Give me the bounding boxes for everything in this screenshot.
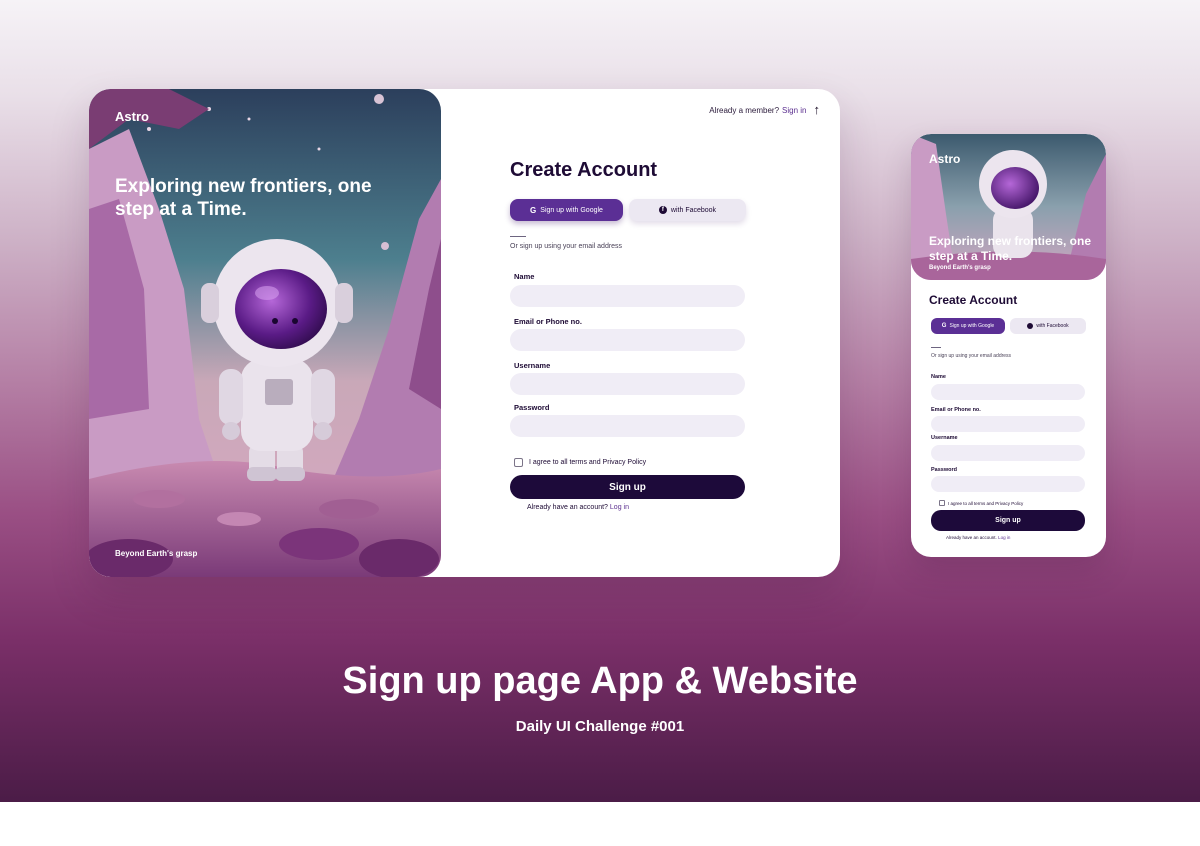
mobile-facebook-signup-button[interactable]: with Facebook xyxy=(1010,318,1086,334)
mobile-signup-card: Astro Exploring new frontiers, one step … xyxy=(911,134,1106,557)
google-icon: G xyxy=(530,205,537,215)
mobile-divider xyxy=(931,347,941,348)
log-in-link[interactable]: Log in xyxy=(610,504,629,511)
mobile-hero-tagline: Beyond Earth's grasp xyxy=(929,265,991,271)
name-input[interactable] xyxy=(510,285,745,307)
mobile-username-label: Username xyxy=(931,435,958,441)
google-button-label: Sign up with Google xyxy=(540,206,603,214)
signup-button[interactable]: Sign up xyxy=(510,475,745,499)
username-input[interactable] xyxy=(510,373,745,395)
email-label: Email or Phone no. xyxy=(514,317,582,326)
mobile-name-label: Name xyxy=(931,374,946,380)
desktop-signup-card: Astro Exploring new frontiers, one step … xyxy=(89,89,840,577)
terms-checkbox[interactable] xyxy=(514,458,523,467)
mobile-page-title: Create Account xyxy=(929,293,1018,307)
terms-agreement: I agree to all terms and Privacy Policy xyxy=(514,458,646,467)
mobile-google-signup-button[interactable]: G Sign up with Google xyxy=(931,318,1005,334)
mobile-log-in-link[interactable]: Log in xyxy=(998,535,1010,540)
presentation-title: Sign up page App & Website xyxy=(342,660,858,702)
mobile-signup-button[interactable]: Sign up xyxy=(931,510,1085,531)
signup-form-area: Already a member? Sign in ↑ Create Accou… xyxy=(441,89,840,577)
mobile-name-input[interactable] xyxy=(931,384,1085,400)
mobile-or-email-text: Or sign up using your email address xyxy=(931,353,1012,359)
astronaut-illustration xyxy=(89,89,441,577)
mobile-terms-agreement: I agree to all terms and Privacy Policy xyxy=(939,500,1023,506)
presentation-subtitle: Daily UI Challenge #001 xyxy=(515,718,685,735)
mobile-hero-panel: Astro Exploring new frontiers, one step … xyxy=(911,134,1106,280)
google-icon: G xyxy=(941,323,947,329)
mobile-email-label: Email or Phone no. xyxy=(931,407,981,413)
email-input[interactable] xyxy=(510,329,745,351)
google-signup-button[interactable]: G Sign up with Google xyxy=(510,199,623,221)
top-signin-prompt: Already a member? Sign in ↑ xyxy=(709,103,821,116)
password-input[interactable] xyxy=(510,415,745,437)
hero-tagline: Beyond Earth's grasp xyxy=(115,549,198,558)
already-member-text: Already a member? xyxy=(709,105,780,115)
mobile-google-button-label: Sign up with Google xyxy=(949,323,995,329)
arrow-up-icon[interactable]: ↑ xyxy=(814,103,821,116)
username-label: Username xyxy=(514,361,551,370)
already-account-text: Already have an account? xyxy=(527,504,608,511)
login-prompt: Already have an account? Log in xyxy=(527,504,629,511)
mobile-terms-checkbox[interactable] xyxy=(939,500,945,506)
divider xyxy=(510,236,526,237)
facebook-icon xyxy=(1027,323,1034,329)
page-title: Create Account xyxy=(510,159,658,181)
terms-label: I agree to all terms and Privacy Policy xyxy=(529,459,647,466)
sign-in-link[interactable]: Sign in xyxy=(782,106,806,115)
or-email-text: Or sign up using your email address xyxy=(510,243,623,250)
brand-logo[interactable]: Astro xyxy=(115,109,149,124)
hero-illustration-panel: Astro Exploring new frontiers, one step … xyxy=(89,89,441,577)
mobile-login-prompt: Already have an account. Log in xyxy=(946,535,1010,540)
mobile-username-input[interactable] xyxy=(931,445,1085,461)
mobile-brand-logo[interactable]: Astro xyxy=(929,152,960,166)
mobile-terms-label: I agree to all terms and Privacy Policy xyxy=(948,500,1024,506)
hero-headline: Exploring new frontiers, one step at a T… xyxy=(115,176,372,220)
facebook-button-label: with Facebook xyxy=(670,206,717,214)
mobile-already-account-text: Already have an account. xyxy=(946,535,997,540)
mobile-facebook-button-label: with Facebook xyxy=(1036,323,1069,329)
mobile-hero-headline: Exploring new frontiers, one step at a T… xyxy=(929,234,1092,263)
password-label: Password xyxy=(514,403,550,412)
facebook-signup-button[interactable]: f with Facebook xyxy=(629,199,746,221)
presentation-background: Astro Exploring new frontiers, one step … xyxy=(0,0,1200,802)
mobile-password-label: Password xyxy=(931,467,957,473)
facebook-icon: f xyxy=(658,206,667,214)
name-label: Name xyxy=(514,272,535,281)
mobile-email-input[interactable] xyxy=(931,416,1085,432)
mobile-password-input[interactable] xyxy=(931,476,1085,492)
